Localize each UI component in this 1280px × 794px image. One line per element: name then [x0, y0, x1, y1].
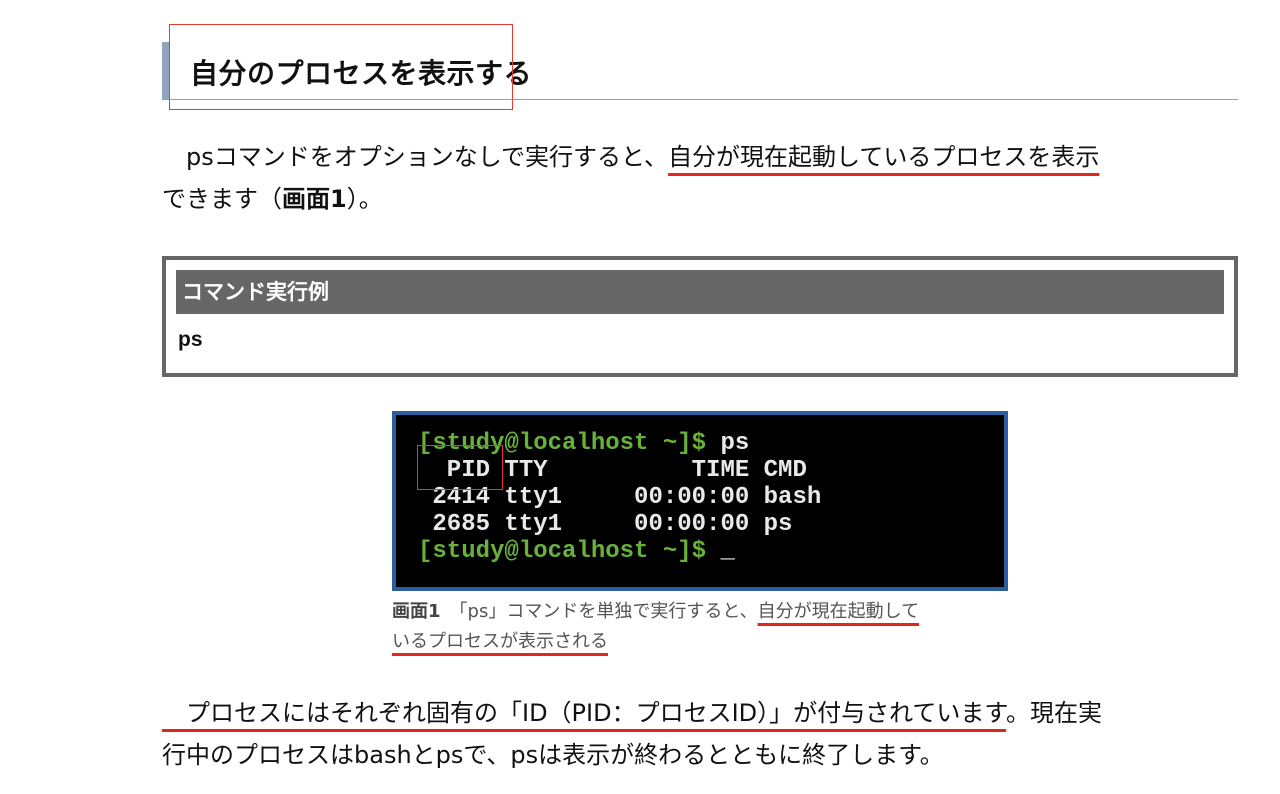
terminal-command: ps: [706, 430, 750, 457]
intro-text: psコマンドをオプションなしで実行すると、: [162, 143, 669, 171]
terminal-line: [study@localhost ~]$ ps: [418, 430, 1004, 457]
command-example-header: コマンド実行例: [176, 270, 1224, 314]
terminal-prompt: [study@localhost ~]$: [418, 538, 707, 565]
caption-line-1: 画面1 「ps」コマンドを単独で実行すると、自分が現在起動して: [392, 597, 1032, 627]
command-example-box: コマンド実行例 ps: [162, 256, 1238, 377]
terminal-process-row: 2414 tty1 00:00:00 bash: [418, 484, 822, 511]
caption-label: 画面1: [392, 601, 441, 622]
intro-text-2: できます（: [162, 185, 282, 213]
outro-paragraph: プロセスにはそれぞれ固有の「ID（PID：プロセスID）」が付与されています。現…: [162, 692, 1242, 776]
caption-highlight-1: 自分が現在起動して: [757, 601, 920, 622]
outro-line-1: プロセスにはそれぞれ固有の「ID（PID：プロセスID）」が付与されています。現…: [162, 692, 1242, 734]
terminal-cursor: _: [706, 538, 735, 565]
heading-accent-bar: [162, 42, 169, 99]
command-example-text: ps: [178, 328, 203, 351]
intro-highlight: 自分が現在起動しているプロセスを表示: [668, 143, 1100, 171]
intro-text-3: ）。: [346, 185, 383, 213]
intro-line-2: できます（画面1）。: [162, 178, 1242, 220]
intro-line-1: psコマンドをオプションなしで実行すると、自分が現在起動しているプロセスを表示: [162, 136, 1242, 178]
heading-highlight-box: [169, 24, 513, 110]
outro-text: 。現在実: [1006, 699, 1103, 727]
figure-caption: 画面1 「ps」コマンドを単独で実行すると、自分が現在起動して いるプロセスが表…: [392, 597, 1032, 657]
caption-text: 「ps」コマンドを単独で実行すると、: [440, 601, 758, 622]
caption-highlight-2: いるプロセスが表示される: [392, 631, 608, 652]
intro-paragraph: psコマンドをオプションなしで実行すると、自分が現在起動しているプロセスを表示 …: [162, 136, 1242, 220]
outro-highlight: プロセスにはそれぞれ固有の「ID（PID：プロセスID）」が付与されています: [162, 699, 1007, 727]
terminal-line: [study@localhost ~]$ _: [418, 538, 1004, 565]
terminal-screenshot: [study@localhost ~]$ ps PID TTY TIME CMD…: [392, 411, 1008, 591]
terminal-header-row: PID TTY TIME CMD: [418, 457, 807, 484]
pid-highlight-box: [417, 445, 503, 490]
outro-line-2: 行中のプロセスはbashとpsで、psは表示が終わるとともに終了します。: [162, 741, 944, 769]
figure-ref: 画面1: [282, 185, 347, 213]
caption-line-2: いるプロセスが表示される: [392, 627, 1032, 657]
terminal-process-row: 2685 tty1 00:00:00 ps: [418, 511, 793, 538]
